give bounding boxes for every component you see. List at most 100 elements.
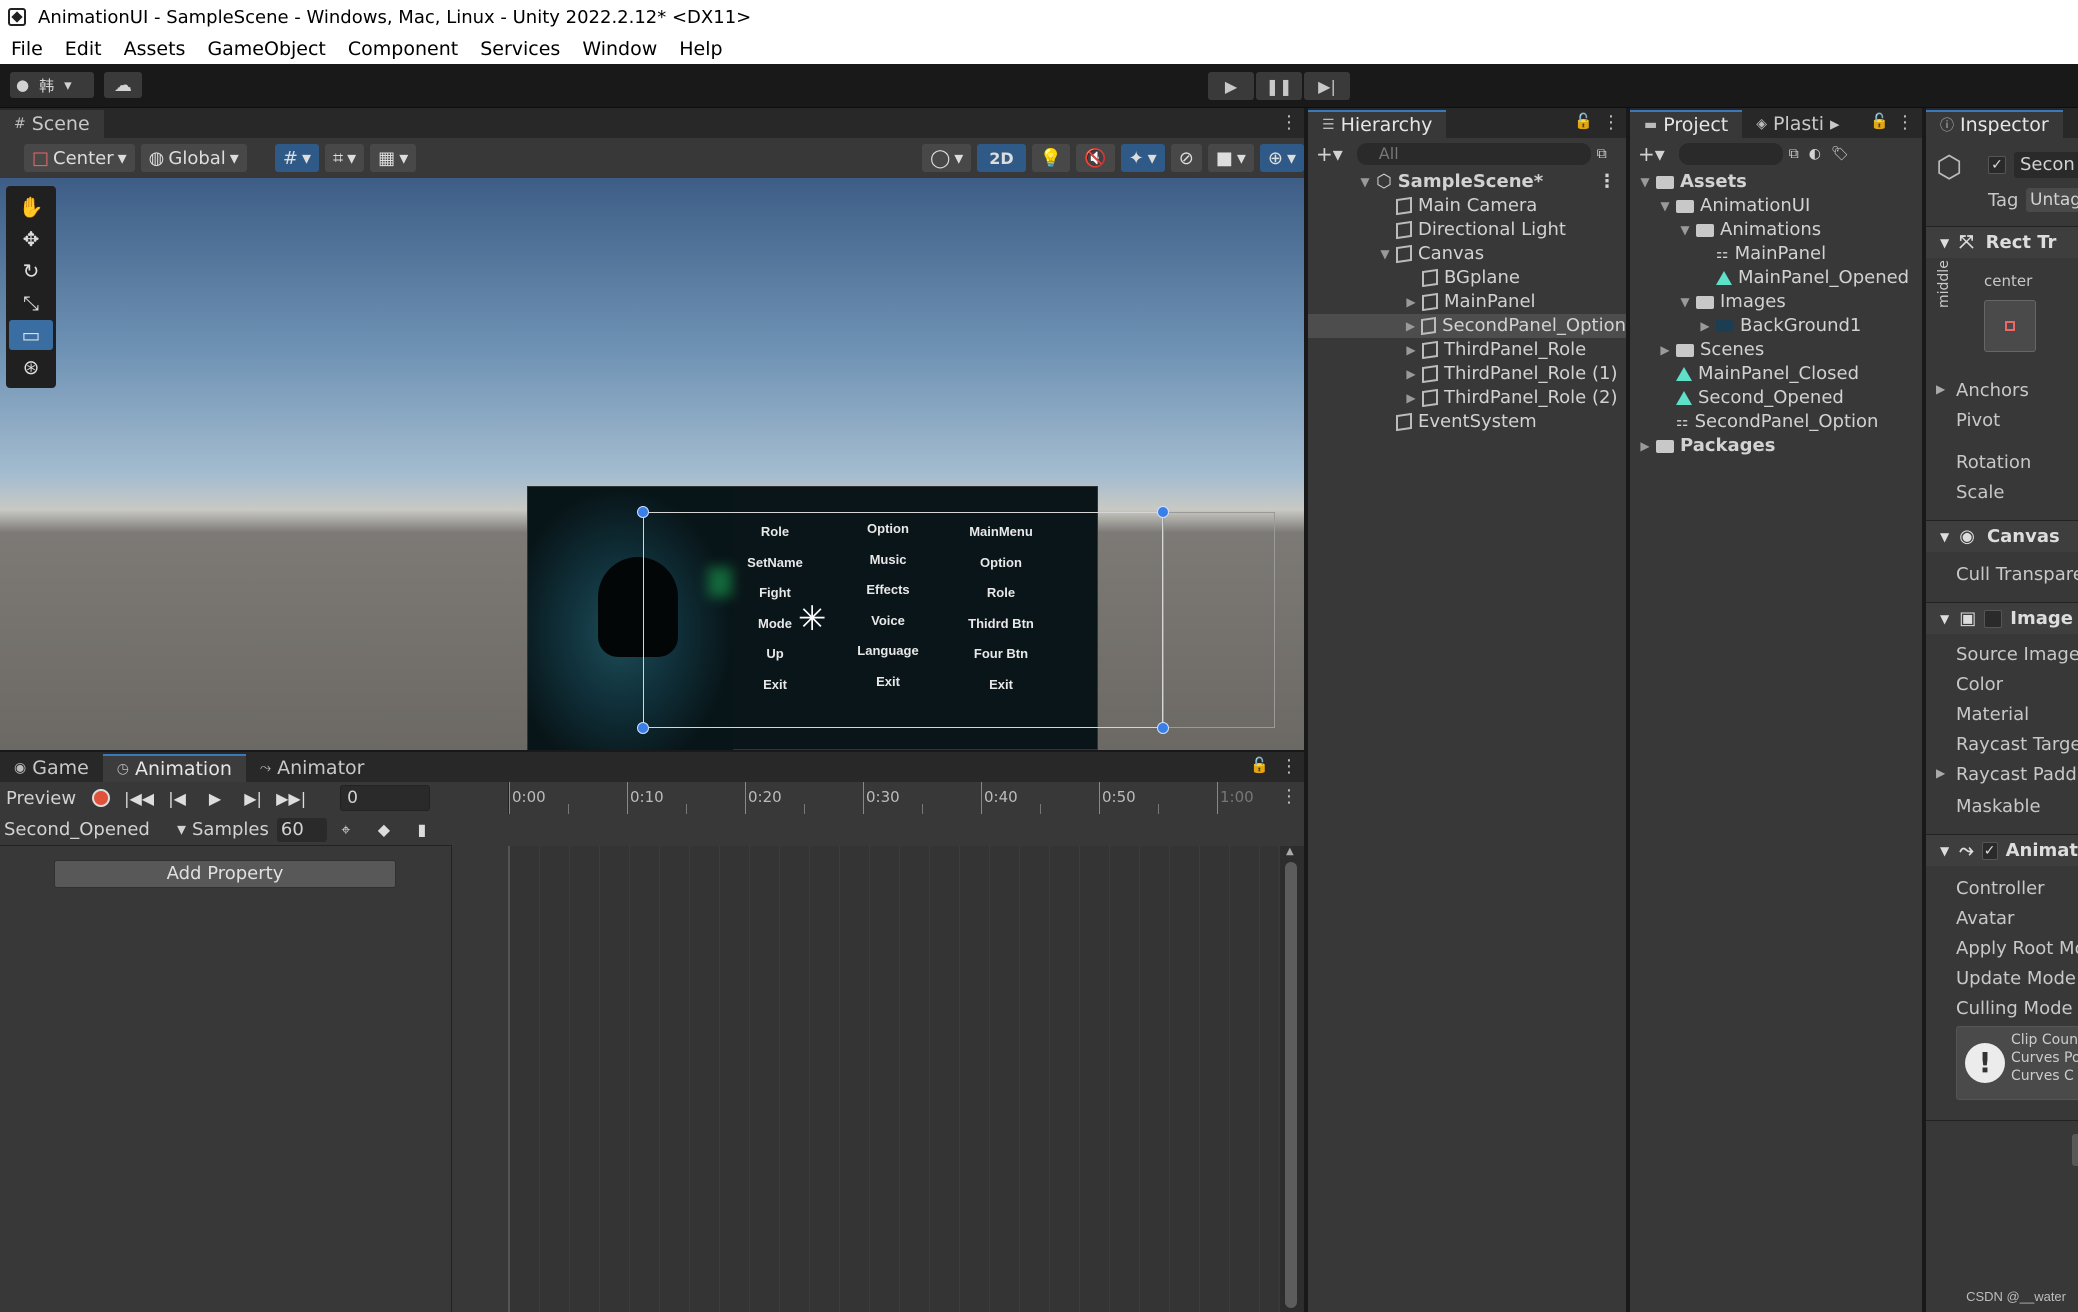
expanded-arrow-icon[interactable]: ▼	[1378, 242, 1392, 266]
expanded-arrow-icon[interactable]: ▼	[1638, 170, 1652, 194]
next-key-button[interactable]: ▶|	[234, 784, 272, 812]
play-anim-button[interactable]: ▶	[196, 784, 234, 812]
collapsed-arrow-icon[interactable]: ▶	[1404, 314, 1417, 338]
label-filter-icon[interactable]: 🏷	[1831, 146, 1849, 162]
hierarchy-item[interactable]: ▶ ThirdPanel_Role (1)	[1308, 362, 1626, 386]
lock-icon[interactable]: 🔓	[1574, 112, 1593, 130]
first-key-button[interactable]: |◀◀	[120, 784, 158, 812]
gizmos-dropdown[interactable]: ⊕ ▾	[1259, 144, 1304, 172]
hierarchy-search-input[interactable]: All	[1356, 143, 1591, 165]
hierarchy-item[interactable]: Main Camera	[1308, 194, 1626, 218]
tab-scene[interactable]: # Scene	[0, 110, 104, 138]
expanded-arrow-icon[interactable]: ▼	[1658, 194, 1672, 218]
toggle-2d-button[interactable]: 2D	[977, 144, 1026, 172]
camera-dropdown[interactable]: ■ ▾	[1207, 144, 1254, 172]
expanded-arrow-icon[interactable]: ▼	[1678, 290, 1692, 314]
grid-snap-button[interactable]: # ▾	[274, 144, 319, 172]
project-item[interactable]: ▶ BackGround1	[1630, 314, 1922, 338]
frame-field[interactable]: 0	[340, 785, 431, 811]
animator-header[interactable]: ▼ ⤳ ✓ Animat	[1926, 834, 2078, 866]
canvas-renderer-header[interactable]: ▼ ◉ Canvas	[1926, 520, 2078, 552]
hierarchy-item[interactable]: ▶ MainPanel	[1308, 290, 1626, 314]
collapsed-arrow-icon[interactable]: ▶	[1404, 362, 1418, 386]
add-icon[interactable]: +▾	[1638, 142, 1665, 166]
draw-mode-dropdown[interactable]: ◯ ▾	[922, 144, 972, 172]
ruler-options-icon[interactable]: ⋮	[1280, 786, 1298, 807]
menu-assets[interactable]: Assets	[113, 38, 197, 60]
collapsed-arrow-icon[interactable]: ▶	[1658, 338, 1672, 362]
move-tool[interactable]: ✥	[9, 224, 53, 254]
hierarchy-item[interactable]: Directional Light	[1308, 218, 1626, 242]
audio-toggle[interactable]: 🔇	[1076, 144, 1115, 172]
add-component-button[interactable]	[2072, 1134, 2078, 1166]
project-item[interactable]: ⚏ SecondPanel_Option	[1630, 410, 1922, 434]
space-dropdown[interactable]: ◍ Global ▾	[140, 144, 247, 172]
project-item[interactable]: ▼ AnimationUI	[1630, 194, 1922, 218]
menu-gameobject[interactable]: GameObject	[196, 38, 336, 60]
more-options-icon[interactable]: ⋮	[1280, 756, 1298, 777]
rect-handle[interactable]	[637, 506, 649, 518]
foldout-icon[interactable]: ▼	[1940, 530, 1949, 544]
menu-component[interactable]: Component	[337, 38, 469, 60]
project-item[interactable]: ▼ Animations	[1630, 218, 1922, 242]
scene-row[interactable]: ▼ ⬡ SampleScene* ⋮	[1308, 170, 1626, 194]
image-enabled-checkbox[interactable]	[1984, 609, 2003, 628]
play-button[interactable]: ▶	[1208, 72, 1254, 100]
lighting-toggle[interactable]: 💡	[1031, 144, 1071, 172]
rotate-tool[interactable]: ↻	[9, 256, 53, 286]
tab-project[interactable]: ▬ Project	[1630, 110, 1743, 138]
hierarchy-item-selected[interactable]: ▶ SecondPanel_Option	[1308, 314, 1626, 338]
rect-handle[interactable]	[637, 722, 649, 734]
anchor-preset-button[interactable]	[1984, 300, 2036, 352]
type-filter-icon[interactable]: ◐	[1809, 146, 1821, 162]
preview-button[interactable]: Preview	[0, 788, 82, 809]
prev-key-button[interactable]: |◀	[158, 784, 196, 812]
image-header[interactable]: ▼ ▣ Image	[1926, 602, 2078, 634]
project-item[interactable]: Second_Opened	[1630, 386, 1922, 410]
rect-handle[interactable]	[1157, 506, 1169, 518]
lock-icon[interactable]: 🔓	[1870, 112, 1889, 130]
project-item[interactable]: ▼ Images	[1630, 290, 1922, 314]
foldout-icon[interactable]: ▼	[1940, 844, 1949, 858]
more-options-icon[interactable]: ⋮	[1602, 112, 1620, 133]
account-dropdown[interactable]: ● 韩 ▾	[10, 72, 94, 98]
scene-more-icon[interactable]: ⋮	[1598, 170, 1616, 194]
active-checkbox[interactable]: ✓	[1988, 156, 2006, 174]
tab-animation[interactable]: ◷ Animation	[102, 754, 246, 782]
collapsed-arrow-icon[interactable]: ▶	[1404, 386, 1418, 410]
collapsed-arrow-icon[interactable]: ▶	[1698, 314, 1712, 338]
cloud-button[interactable]: ☁	[104, 72, 142, 98]
hierarchy-item[interactable]: BGplane	[1308, 266, 1626, 290]
keyframe-mode-button[interactable]: ⌖	[327, 816, 365, 844]
transform-tool[interactable]: ⊛	[9, 352, 53, 382]
tab-plastic[interactable]: ◈ Plasti ▸	[1742, 110, 1853, 138]
collapsed-arrow-icon[interactable]: ▶	[1404, 290, 1418, 314]
collapsed-arrow-icon[interactable]: ▶	[1404, 338, 1418, 362]
tab-animator[interactable]: ⤳ Animator	[246, 754, 379, 782]
project-item[interactable]: MainPanel_Closed	[1630, 362, 1922, 386]
project-item[interactable]: ▶ Packages	[1630, 434, 1922, 458]
effects-toggle[interactable]: ✦ ▾	[1120, 144, 1165, 172]
pivot-dropdown[interactable]: □ Center ▾	[24, 144, 135, 172]
add-keyframe-button[interactable]: ◆	[365, 816, 403, 844]
tab-inspector[interactable]: ⓘ Inspector	[1926, 110, 2063, 138]
project-item[interactable]: ▼ Assets	[1630, 170, 1922, 194]
foldout-icon[interactable]: ▶	[1936, 382, 1945, 396]
tab-game[interactable]: ◉ Game	[0, 754, 103, 782]
more-options-icon[interactable]: ⋮	[1896, 112, 1914, 133]
expanded-arrow-icon[interactable]: ▼	[1358, 170, 1372, 194]
scale-tool[interactable]: ⤡	[9, 288, 53, 318]
expanded-arrow-icon[interactable]: ▼	[1678, 218, 1692, 242]
add-property-button[interactable]: Add Property	[54, 860, 396, 888]
visibility-toggle[interactable]: ⊘	[1170, 144, 1202, 172]
object-name-field[interactable]: Secon	[2014, 152, 2078, 178]
dopesheet-scrollbar[interactable]: ▲	[1280, 846, 1304, 1312]
dopesheet[interactable]	[508, 846, 1278, 1312]
menu-window[interactable]: Window	[571, 38, 668, 60]
foldout-icon[interactable]: ▶	[1936, 766, 1945, 780]
search-scene-icon[interactable]: ⧉	[1597, 146, 1607, 162]
project-item[interactable]: ▶ Scenes	[1630, 338, 1922, 362]
hand-tool[interactable]: ✋	[9, 192, 53, 222]
foldout-icon[interactable]: ▼	[1940, 612, 1949, 626]
increment-snap-button[interactable]: ⌗ ▾	[324, 144, 365, 172]
